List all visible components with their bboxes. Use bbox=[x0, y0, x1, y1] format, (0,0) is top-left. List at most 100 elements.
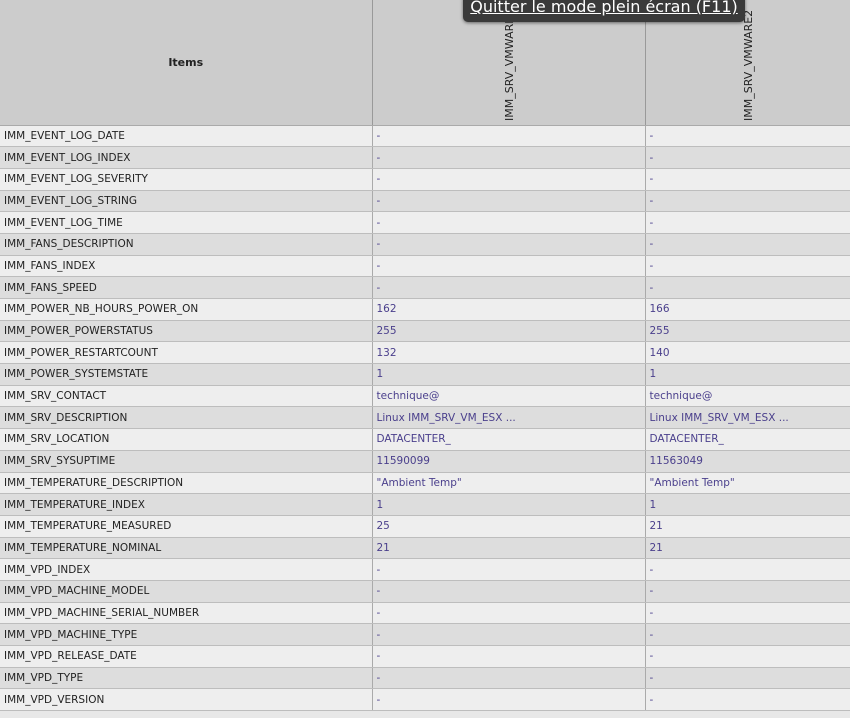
table-row: IMM_EVENT_LOG_SEVERITY - - bbox=[0, 168, 850, 191]
item-value[interactable]: - bbox=[372, 602, 646, 625]
item-value[interactable]: - bbox=[372, 667, 646, 690]
item-value[interactable]: Linux IMM_SRV_VM_ESX ... bbox=[372, 406, 646, 430]
item-value[interactable]: - bbox=[372, 255, 646, 278]
item-value[interactable]: - bbox=[645, 558, 850, 581]
item-value[interactable]: - bbox=[372, 688, 646, 712]
table-row: IMM_VPD_MACHINE_MODEL - - bbox=[0, 580, 850, 603]
item-name: IMM_EVENT_LOG_STRING bbox=[0, 190, 373, 213]
table-row: IMM_TEMPERATURE_INDEX 1 1 bbox=[0, 493, 850, 516]
item-value[interactable]: - bbox=[372, 190, 646, 213]
item-name: IMM_SRV_LOCATION bbox=[0, 428, 373, 451]
table-row: IMM_FANS_SPEED - - bbox=[0, 276, 850, 299]
item-value[interactable]: - bbox=[372, 558, 646, 581]
item-value[interactable]: - bbox=[645, 190, 850, 213]
item-value[interactable]: - bbox=[372, 276, 646, 299]
item-name: IMM_POWER_SYSTEMSTATE bbox=[0, 363, 373, 386]
table-row: IMM_TEMPERATURE_DESCRIPTION "Ambient Temp… bbox=[0, 472, 850, 495]
item-name: IMM_VPD_MACHINE_MODEL bbox=[0, 580, 373, 603]
exit-fullscreen-tooltip[interactable]: Quitter le mode plein écran (F11) bbox=[463, 0, 745, 22]
item-value[interactable]: - bbox=[645, 580, 850, 603]
table-row: IMM_TEMPERATURE_NOMINAL 21 21 bbox=[0, 537, 850, 560]
item-value[interactable]: - bbox=[645, 276, 850, 299]
item-value[interactable]: 21 bbox=[372, 537, 646, 560]
item-value[interactable]: technique@ bbox=[372, 385, 646, 408]
item-name: IMM_VPD_TYPE bbox=[0, 667, 373, 690]
item-value[interactable]: 1 bbox=[645, 363, 850, 386]
item-value[interactable]: "Ambient Temp" bbox=[645, 472, 850, 495]
item-value[interactable]: 132 bbox=[372, 341, 646, 365]
item-name: IMM_FANS_SPEED bbox=[0, 276, 373, 299]
item-name: IMM_VPD_INDEX bbox=[0, 558, 373, 581]
item-name: IMM_VPD_MACHINE_SERIAL_NUMBER bbox=[0, 602, 373, 625]
item-value[interactable]: 140 bbox=[645, 341, 850, 365]
item-value[interactable]: - bbox=[645, 623, 850, 646]
item-name: IMM_EVENT_LOG_SEVERITY bbox=[0, 168, 373, 191]
items-header: Items bbox=[0, 0, 373, 126]
item-name: IMM_POWER_POWERSTATUS bbox=[0, 320, 373, 343]
item-value[interactable]: - bbox=[372, 125, 646, 148]
item-value[interactable]: - bbox=[645, 146, 850, 169]
item-value[interactable]: - bbox=[645, 125, 850, 148]
table-row: IMM_VPD_MACHINE_SERIAL_NUMBER - - bbox=[0, 602, 850, 625]
items-table: Items IMM_SRV_VMWARE IMM_SRV_VMWARE2 IMM… bbox=[0, 0, 850, 712]
item-value[interactable]: DATACENTER_ bbox=[372, 428, 646, 451]
table-row: IMM_VPD_INDEX - - bbox=[0, 558, 850, 581]
item-value[interactable]: 1 bbox=[645, 493, 850, 516]
item-name: IMM_EVENT_LOG_TIME bbox=[0, 211, 373, 234]
item-name: IMM_TEMPERATURE_DESCRIPTION bbox=[0, 472, 373, 495]
item-value[interactable]: 255 bbox=[372, 320, 646, 343]
item-value[interactable]: - bbox=[372, 168, 646, 191]
item-value[interactable]: 21 bbox=[645, 515, 850, 538]
item-value[interactable]: 25 bbox=[372, 515, 646, 538]
item-value[interactable]: - bbox=[645, 168, 850, 191]
table-row: IMM_VPD_RELEASE_DATE - - bbox=[0, 645, 850, 668]
item-value[interactable]: - bbox=[645, 667, 850, 690]
table-row: IMM_POWER_SYSTEMSTATE 1 1 bbox=[0, 363, 850, 386]
item-value[interactable]: - bbox=[372, 623, 646, 646]
item-name: IMM_SRV_DESCRIPTION bbox=[0, 406, 373, 430]
item-name: IMM_EVENT_LOG_DATE bbox=[0, 125, 373, 148]
item-value[interactable]: 21 bbox=[645, 537, 850, 560]
table-row: IMM_SRV_LOCATION DATACENTER_ DATACENTER_ bbox=[0, 428, 850, 451]
item-value[interactable]: - bbox=[645, 688, 850, 712]
table-row: IMM_SRV_CONTACT technique@ technique@ bbox=[0, 385, 850, 408]
item-name: IMM_POWER_RESTARTCOUNT bbox=[0, 341, 373, 365]
table-row: IMM_SRV_DESCRIPTION Linux IMM_SRV_VM_ESX … bbox=[0, 406, 850, 430]
item-value[interactable]: - bbox=[372, 645, 646, 668]
table-row: IMM_POWER_RESTARTCOUNT 132 140 bbox=[0, 341, 850, 365]
table-row: IMM_VPD_VERSION - - bbox=[0, 688, 850, 712]
item-value[interactable]: 11563049 bbox=[645, 450, 850, 473]
item-value[interactable]: - bbox=[645, 602, 850, 625]
item-value[interactable]: 166 bbox=[645, 298, 850, 321]
table-row: IMM_EVENT_LOG_STRING - - bbox=[0, 190, 850, 213]
item-value[interactable]: 1 bbox=[372, 363, 646, 386]
item-value[interactable]: - bbox=[645, 233, 850, 256]
item-value[interactable]: Linux IMM_SRV_VM_ESX ... bbox=[645, 406, 850, 430]
item-value[interactable]: - bbox=[372, 580, 646, 603]
table-row: IMM_EVENT_LOG_DATE - - bbox=[0, 125, 850, 148]
item-value[interactable]: 255 bbox=[645, 320, 850, 343]
item-value[interactable]: "Ambient Temp" bbox=[372, 472, 646, 495]
item-value[interactable]: - bbox=[645, 211, 850, 234]
column-header-label: IMM_SRV_VMWARE2 bbox=[741, 9, 755, 121]
item-value[interactable]: - bbox=[645, 255, 850, 278]
item-value[interactable]: - bbox=[645, 645, 850, 668]
item-value[interactable]: - bbox=[372, 146, 646, 169]
item-name: IMM_VPD_RELEASE_DATE bbox=[0, 645, 373, 668]
item-name: IMM_TEMPERATURE_NOMINAL bbox=[0, 537, 373, 560]
item-value[interactable]: 162 bbox=[372, 298, 646, 321]
item-value[interactable]: DATACENTER_ bbox=[645, 428, 850, 451]
item-value[interactable]: - bbox=[372, 233, 646, 256]
item-name: IMM_FANS_DESCRIPTION bbox=[0, 233, 373, 256]
item-value[interactable]: technique@ bbox=[645, 385, 850, 408]
item-value[interactable]: - bbox=[372, 211, 646, 234]
table-row: IMM_FANS_INDEX - - bbox=[0, 255, 850, 278]
table-row: IMM_FANS_DESCRIPTION - - bbox=[0, 233, 850, 256]
item-name: IMM_TEMPERATURE_INDEX bbox=[0, 493, 373, 516]
table-row: IMM_POWER_NB_HOURS_POWER_ON 162 166 bbox=[0, 298, 850, 321]
table-row: IMM_TEMPERATURE_MEASURED 25 21 bbox=[0, 515, 850, 538]
item-value[interactable]: 11590099 bbox=[372, 450, 646, 473]
item-name: IMM_FANS_INDEX bbox=[0, 255, 373, 278]
item-name: IMM_TEMPERATURE_MEASURED bbox=[0, 515, 373, 538]
item-value[interactable]: 1 bbox=[372, 493, 646, 516]
